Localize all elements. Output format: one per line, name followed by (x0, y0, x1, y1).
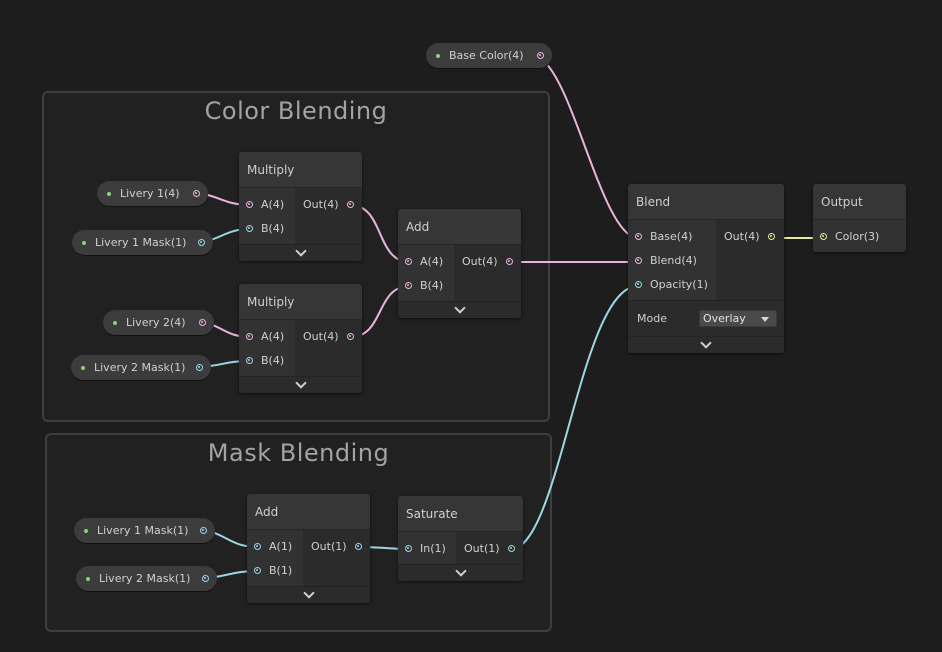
expand-button[interactable] (628, 336, 784, 353)
node-multiply-1[interactable]: Multiply A(4) B(4) Out(4) (239, 152, 362, 261)
port-in-a[interactable] (246, 200, 253, 208)
node-blend[interactable]: Blend Base(4) Blend(4) Opacity(1) Out(4)… (628, 184, 784, 353)
input-slot-b[interactable]: B(1) (247, 558, 303, 582)
port-mask-livery2-mask-out[interactable] (202, 575, 209, 582)
port-livery1-out[interactable] (193, 190, 200, 197)
input-slot-a[interactable]: A(4) (239, 192, 295, 216)
port-out[interactable] (346, 200, 354, 208)
port-livery2-mask-out[interactable] (196, 364, 203, 371)
input-slot-a[interactable]: A(4) (239, 324, 295, 348)
port-in-base[interactable] (635, 232, 642, 240)
input-slot-in[interactable]: In(1) (398, 536, 456, 560)
property-livery1-mask[interactable]: Livery 1 Mask(1) (72, 230, 213, 255)
input-slot-base[interactable]: Base(4) (628, 224, 716, 248)
node-title[interactable]: Output (813, 184, 906, 220)
node-title[interactable]: Add (398, 209, 521, 245)
chevron-down-icon (294, 377, 307, 389)
node-title[interactable]: Saturate (398, 496, 523, 532)
chevron-down-icon (302, 587, 315, 599)
output-slot[interactable]: Out(4) (295, 192, 362, 216)
port-in-opacity[interactable] (635, 280, 642, 288)
mode-label: Mode (637, 312, 667, 325)
property-livery1[interactable]: Livery 1(4) (97, 181, 208, 206)
property-base-color[interactable]: Base Color(4) (426, 43, 552, 68)
input-slot-blend[interactable]: Blend(4) (628, 248, 716, 272)
node-add-mask[interactable]: Add A(1) B(1) Out(1) (247, 494, 370, 603)
node-title[interactable]: Multiply (239, 152, 362, 188)
graph-canvas[interactable]: Color Blending Mask Blending Base Color(… (0, 0, 942, 652)
mode-row: Mode Overlay (628, 300, 784, 336)
input-slot-b[interactable]: B(4) (398, 273, 454, 297)
property-livery2-mask[interactable]: Livery 2 Mask(1) (71, 355, 211, 380)
mode-dropdown[interactable]: Overlay (698, 310, 777, 327)
output-slot[interactable]: Out(4) (454, 249, 521, 273)
mode-value: Overlay (702, 312, 746, 325)
property-mask-livery1-mask[interactable]: Livery 1 Mask(1) (74, 518, 215, 543)
node-title[interactable]: Blend (628, 184, 784, 220)
chevron-down-icon (453, 302, 466, 314)
port-in-b[interactable] (246, 224, 253, 232)
input-slot-opacity[interactable]: Opacity(1) (628, 272, 716, 296)
chevron-down-icon (294, 245, 307, 257)
chevron-down-icon (454, 565, 467, 577)
group-title-color-blending: Color Blending (204, 97, 388, 125)
port-in-b[interactable] (254, 566, 261, 574)
port-out[interactable] (767, 232, 775, 240)
port-livery1-mask-out[interactable] (198, 239, 205, 246)
node-saturate[interactable]: Saturate In(1) Out(1) (398, 496, 523, 581)
port-in-b[interactable] (405, 281, 412, 289)
node-title[interactable]: Multiply (239, 284, 362, 320)
output-slot[interactable]: Out(4) (716, 224, 784, 248)
port-out[interactable] (505, 257, 513, 265)
group-title-mask-blending: Mask Blending (207, 439, 390, 467)
chevron-down-icon (700, 337, 712, 349)
expand-button[interactable] (398, 301, 521, 318)
port-in-a[interactable] (405, 257, 412, 265)
output-slot[interactable]: Out(1) (456, 536, 523, 560)
port-in-a[interactable] (254, 542, 261, 550)
input-slot-a[interactable]: A(4) (398, 249, 454, 273)
port-base-color-out[interactable] (537, 52, 544, 59)
port-in-b[interactable] (246, 356, 253, 364)
port-mask-livery1-mask-out[interactable] (200, 527, 207, 534)
input-slot-a[interactable]: A(1) (247, 534, 303, 558)
expand-button[interactable] (239, 244, 362, 261)
port-out[interactable] (346, 332, 354, 340)
port-out[interactable] (354, 542, 362, 550)
input-slot-b[interactable]: B(4) (239, 216, 295, 240)
property-livery2[interactable]: Livery 2(4) (103, 310, 214, 335)
node-add-color[interactable]: Add A(4) B(4) Out(4) (398, 209, 521, 318)
output-slot[interactable]: Out(4) (295, 324, 362, 348)
node-title[interactable]: Add (247, 494, 370, 530)
port-in-a[interactable] (246, 332, 253, 340)
dropdown-arrow-icon (760, 317, 769, 322)
port-in-blend[interactable] (635, 256, 642, 264)
port-in-color[interactable] (820, 232, 827, 240)
port-livery2-out[interactable] (199, 319, 206, 326)
node-multiply-2[interactable]: Multiply A(4) B(4) Out(4) (239, 284, 362, 393)
output-slot[interactable]: Out(1) (303, 534, 370, 558)
input-slot-b[interactable]: B(4) (239, 348, 295, 372)
expand-button[interactable] (247, 586, 370, 603)
port-out[interactable] (507, 544, 515, 552)
expand-button[interactable] (239, 376, 362, 393)
port-in[interactable] (405, 544, 412, 552)
input-slot-color[interactable]: Color(3) (813, 224, 906, 248)
node-output[interactable]: Output Color(3) (813, 184, 906, 252)
expand-button[interactable] (398, 564, 523, 581)
property-mask-livery2-mask[interactable]: Livery 2 Mask(1) (76, 566, 217, 591)
